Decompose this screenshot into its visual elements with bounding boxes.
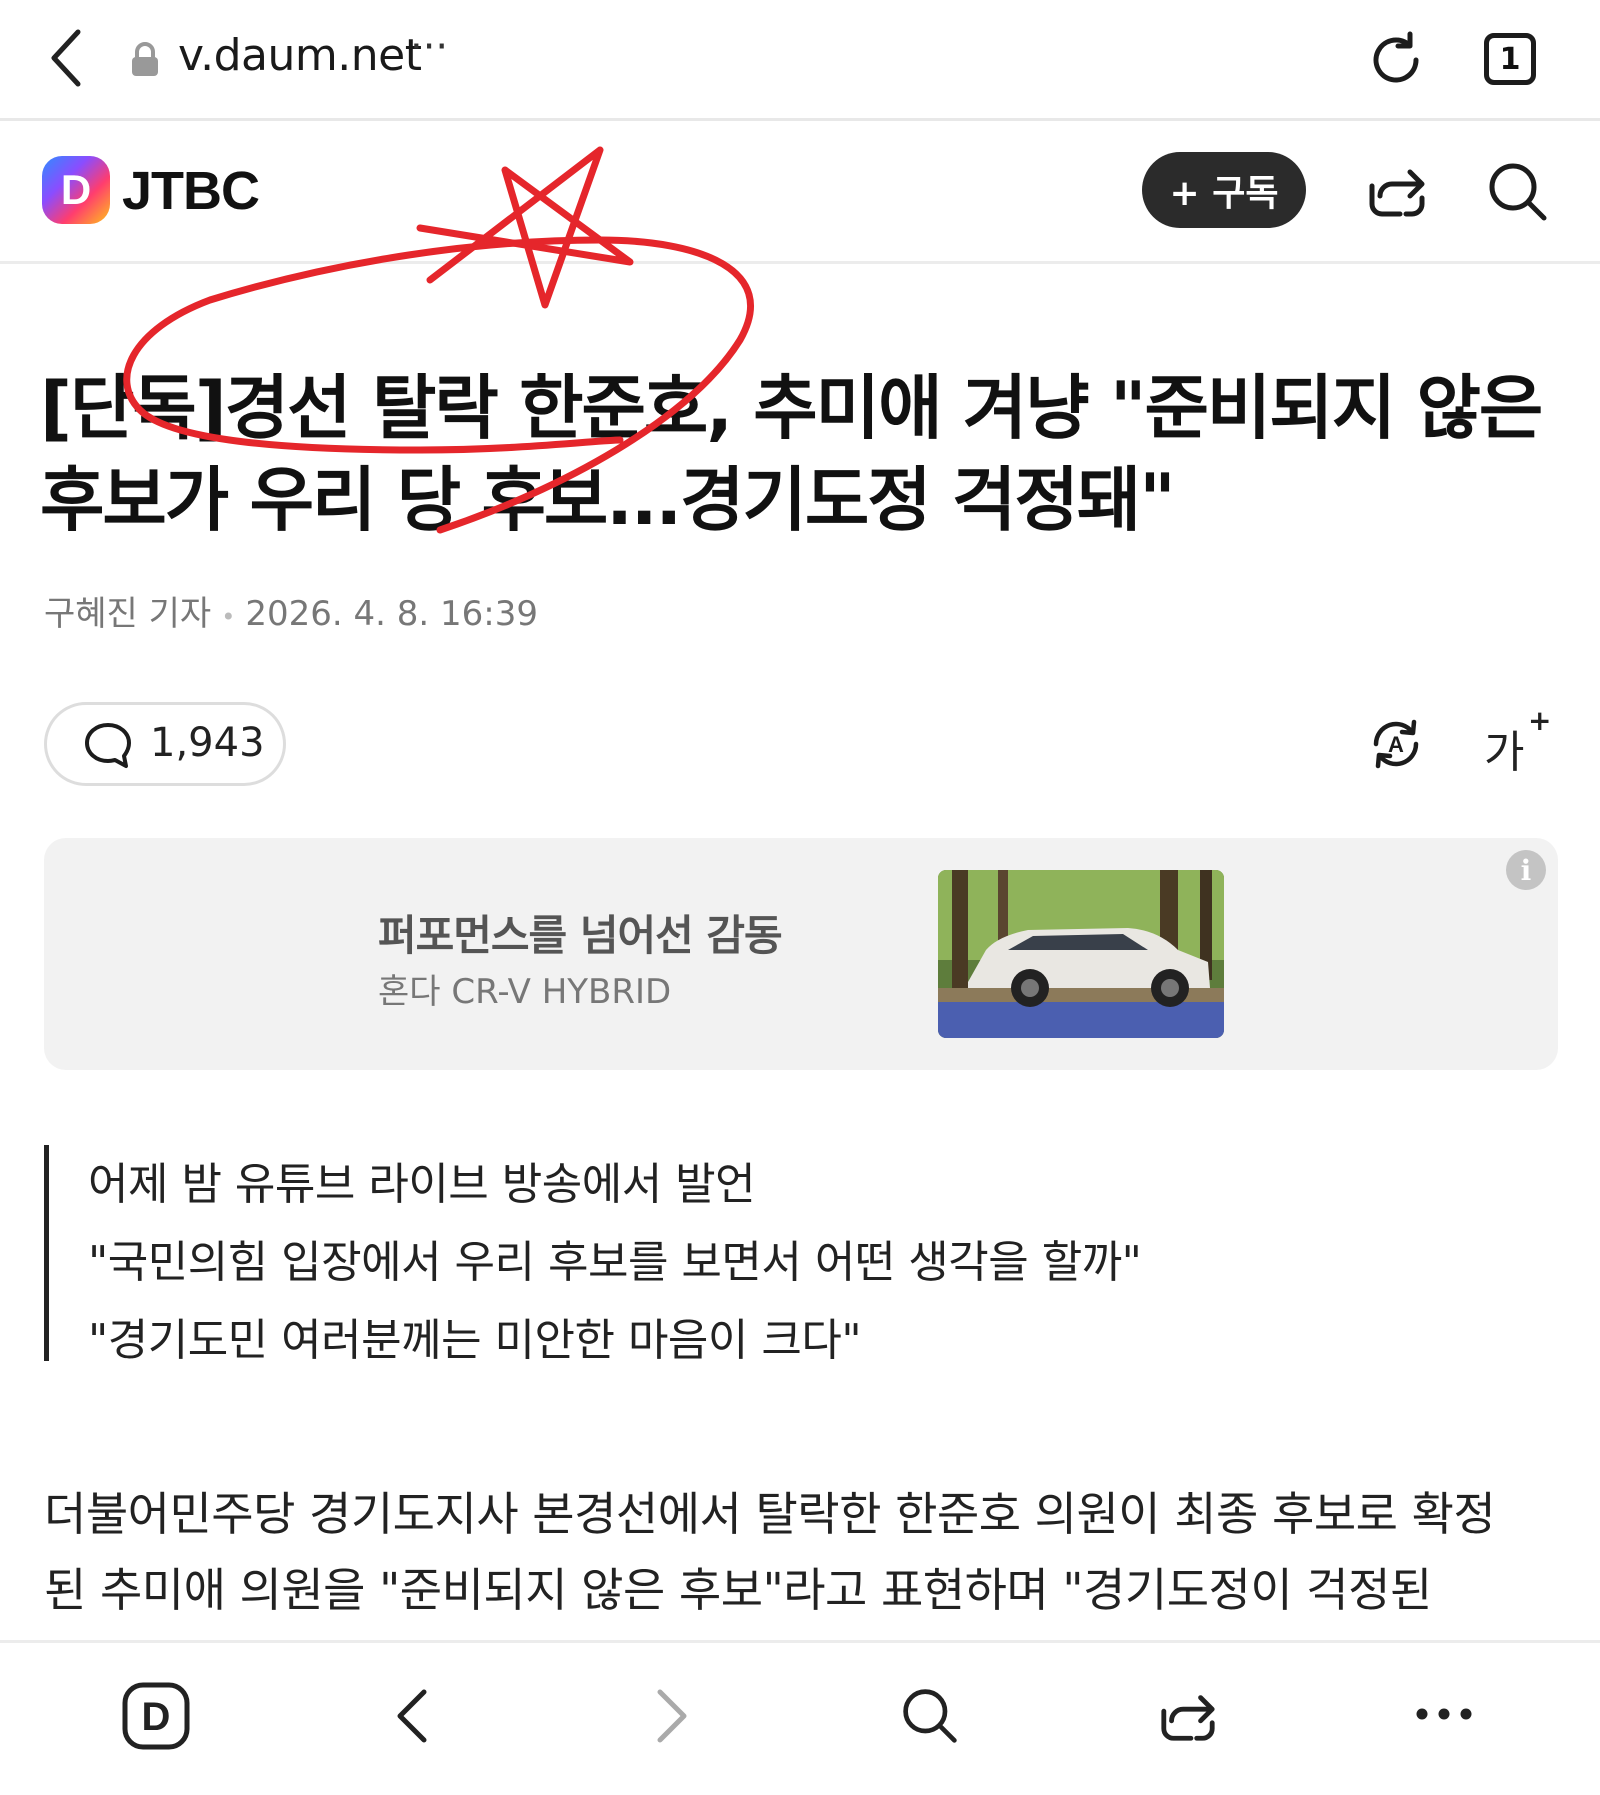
back-chevron-icon[interactable] [46,28,86,88]
headline-line-2: 후보가 우리 당 후보...경기도정 걱정돼" [40,459,1176,541]
summary-bar [44,1145,49,1361]
subscribe-button[interactable]: + 구독 [1142,152,1306,228]
more-dots-icon[interactable] [1414,1702,1474,1726]
brand-name[interactable]: JTBC [122,160,260,222]
ad-banner[interactable] [44,838,1558,1070]
body-line-1: 더불어민주당 경기도지사 본경선에서 탈락한 한준호 의원이 최종 후보로 확정 [44,1487,1496,1541]
reporter-name[interactable]: 구혜진 기자 [44,594,211,634]
byline: 구혜진 기자 • 2026. 4. 8. 16:39 [44,594,538,634]
summary-line-3: "경기도민 여러분께는 미안한 마음이 크다" [88,1315,862,1366]
publish-datetime: 2026. 4. 8. 16:39 [245,594,538,634]
logo-letter: D [61,166,91,213]
daum-home-icon[interactable]: D [122,1682,190,1750]
summary-line-2: "국민의힘 입장에서 우리 후보를 보면서 어떤 생각을 할까" [88,1237,1142,1288]
ad-info-icon[interactable]: i [1506,850,1546,890]
nav-search-icon[interactable] [900,1686,960,1746]
share-icon[interactable] [1366,160,1428,222]
bottom-navigation-bar [0,1640,1600,1794]
headline-line-1: [단독]경선 탈락 한준호, 추미애 겨냥 "준비되지 않은 [40,367,1543,449]
font-size-plus: + [1528,704,1552,737]
summary-line-1: 어제 밤 유튜브 라이브 방송에서 발언 [88,1159,756,1210]
article-headline: [단독]경선 탈락 한준호, 추미애 겨냥 "준비되지 않은 후보가 우리 당 … [40,362,1560,546]
search-icon[interactable] [1486,160,1550,224]
ad-title[interactable]: 퍼포먼스를 넘어선 감동 [378,902,783,963]
font-size-button[interactable]: 가 [1484,716,1524,780]
daum-logo-icon[interactable]: D [42,156,110,224]
svg-text:A: A [1388,732,1404,757]
ad-car-image[interactable] [938,870,1224,1038]
nav-back-icon[interactable] [392,1688,432,1744]
tab-count-button[interactable]: 1 [1484,33,1536,85]
ad-subtitle[interactable]: 혼다 CR-V HYBRID [378,964,671,1013]
reload-icon[interactable] [1366,30,1426,90]
body-line-2: 된 추미애 의원을 "준비되지 않은 후보"라고 표현하며 "경기도정이 걱정된 [44,1563,1432,1617]
auto-translate-icon[interactable]: A [1366,714,1426,774]
nav-forward-icon[interactable] [652,1688,692,1744]
nav-share-icon[interactable] [1158,1686,1218,1746]
url-more-dots[interactable]: ··· [410,24,448,70]
svg-text:D: D [142,1695,171,1739]
url-text[interactable]: v.daum.net [178,30,422,81]
speech-bubble-icon [82,720,134,772]
lock-icon [130,42,160,78]
comment-count: 1,943 [150,720,265,766]
